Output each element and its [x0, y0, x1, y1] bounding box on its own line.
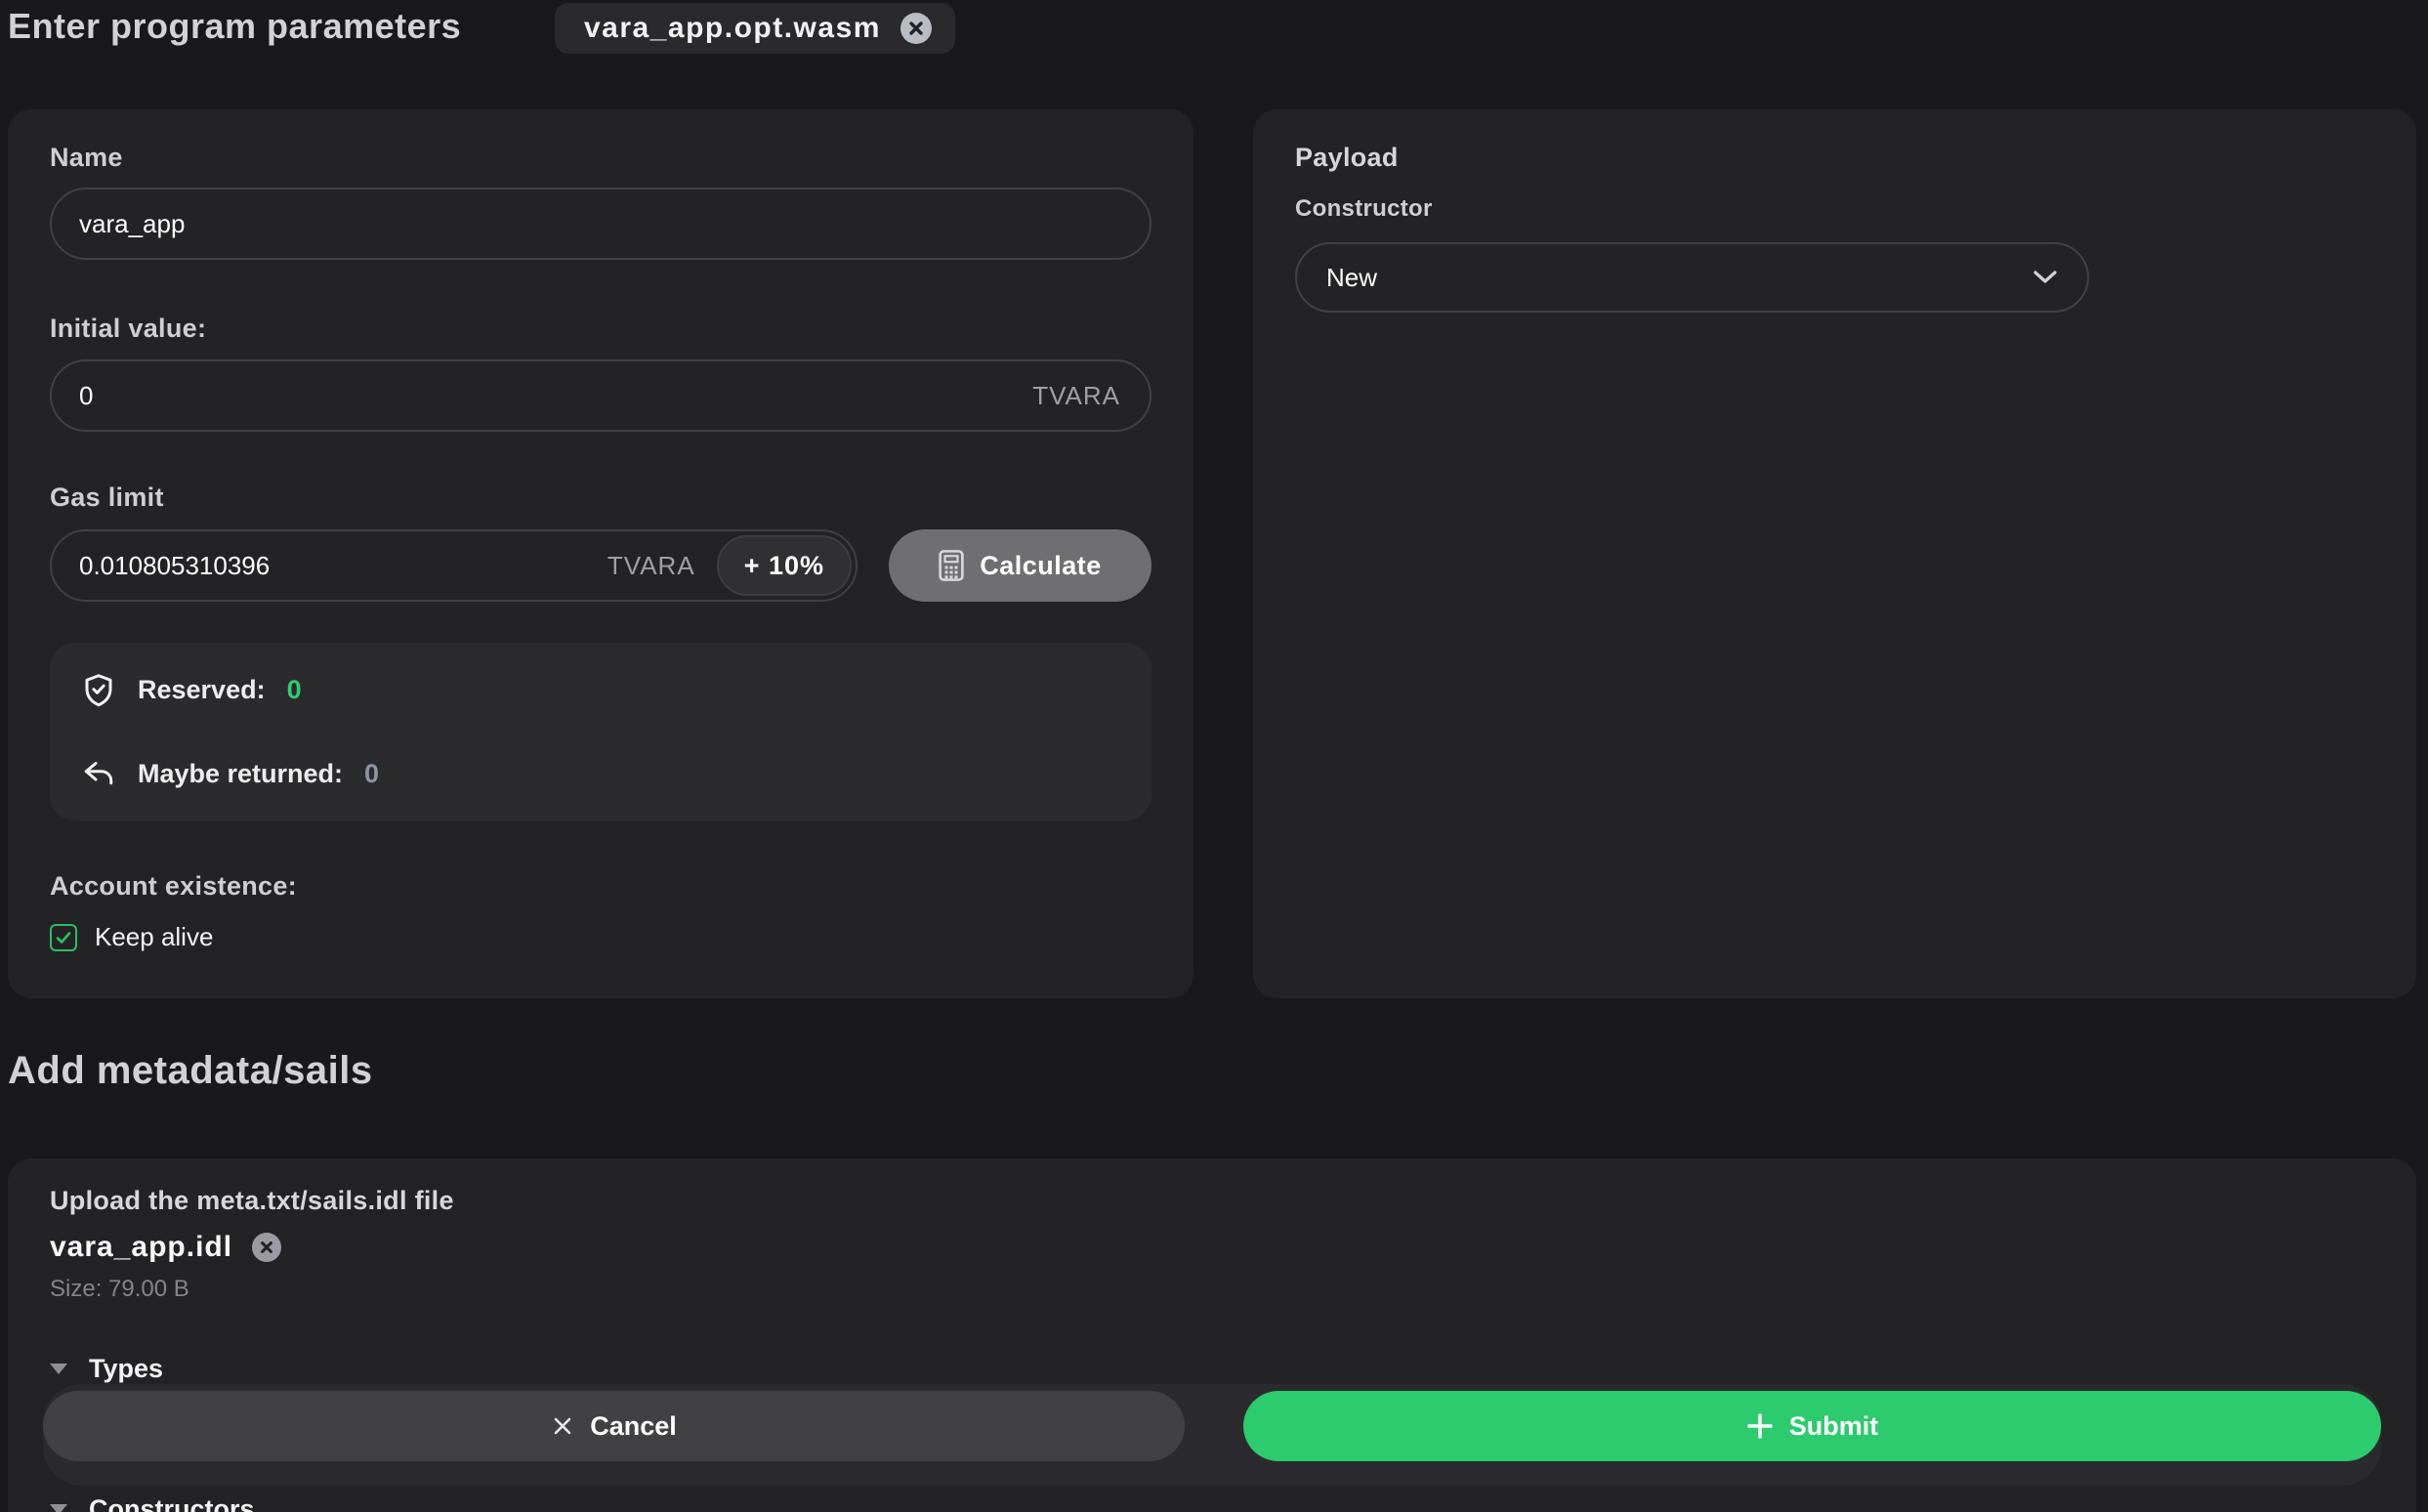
upload-file-label: Upload the meta.txt/sails.idl file — [50, 1186, 454, 1215]
keep-alive-label: Keep alive — [95, 922, 214, 951]
constructor-label: Constructor — [1295, 195, 1433, 222]
constructors-section-toggle[interactable]: Constructors — [50, 1494, 255, 1512]
types-section-toggle[interactable]: Types — [50, 1354, 163, 1384]
constructor-selected-value: New — [1326, 262, 1378, 292]
account-existence-label: Account existence: — [50, 871, 297, 901]
plus-icon — [1746, 1412, 1774, 1440]
idl-file-name: vara_app.idl — [50, 1231, 233, 1263]
name-field-wrap — [50, 188, 1151, 260]
constructors-section-label: Constructors — [89, 1494, 255, 1512]
program-parameters-card: Name Initial value: TVARA Gas limit TVAR… — [8, 109, 1193, 998]
cancel-label: Cancel — [590, 1410, 677, 1441]
triangle-down-icon — [50, 1364, 67, 1374]
types-section-label: Types — [89, 1354, 164, 1383]
cancel-button[interactable]: Cancel — [43, 1391, 1185, 1461]
checkmark-icon — [54, 928, 73, 947]
maybe-returned-row: Maybe returned: 0 — [81, 756, 1120, 791]
gas-info-box: Reserved: 0 Maybe returned: 0 — [50, 643, 1151, 820]
gas-limit-field-wrap: TVARA + 10% — [50, 529, 858, 602]
keep-alive-checkbox[interactable] — [50, 923, 77, 951]
gas-limit-input[interactable] — [52, 550, 607, 581]
metadata-section-title: Add metadata/sails — [8, 1049, 373, 1092]
gas-limit-label: Gas limit — [50, 483, 164, 512]
initial-value-unit: TVARA — [1032, 380, 1120, 410]
idl-file-size: Size: 79.00 B — [50, 1276, 189, 1302]
name-label: Name — [50, 143, 123, 172]
upload-program-page: Enter program parameters vara_app.opt.wa… — [0, 0, 2428, 1512]
calculate-button[interactable]: Calculate — [889, 529, 1151, 602]
initial-value-input[interactable] — [52, 380, 1033, 411]
remove-wasm-file-button[interactable] — [900, 13, 932, 44]
initial-value-field-wrap: TVARA — [50, 359, 1151, 432]
payload-title: Payload — [1295, 143, 1399, 172]
gas-limit-unit: TVARA — [607, 550, 695, 580]
close-icon — [907, 20, 925, 37]
reply-arrow-icon — [81, 756, 116, 791]
payload-card: Payload Constructor New — [1253, 109, 2416, 998]
maybe-returned-value: 0 — [364, 758, 380, 788]
close-icon — [259, 1239, 274, 1255]
idl-file-row: vara_app.idl — [50, 1231, 282, 1264]
wasm-file-chip: vara_app.opt.wasm — [555, 3, 955, 54]
remove-idl-file-button[interactable] — [252, 1233, 282, 1262]
triangle-down-icon — [50, 1504, 67, 1512]
page-title: Enter program parameters — [8, 6, 462, 46]
chevron-down-icon — [2032, 270, 2058, 285]
name-input[interactable] — [52, 208, 1150, 239]
submit-label: Submit — [1788, 1410, 1879, 1441]
submit-button[interactable]: Submit — [1243, 1391, 2381, 1461]
maybe-returned-label: Maybe returned: — [138, 758, 344, 788]
wasm-file-name: vara_app.opt.wasm — [584, 12, 881, 44]
reserved-row: Reserved: 0 — [81, 672, 1120, 707]
shield-check-icon — [81, 672, 116, 707]
gas-boost-button[interactable]: + 10% — [716, 535, 852, 596]
reserved-label: Reserved: — [138, 674, 266, 704]
reserved-value: 0 — [286, 674, 302, 704]
close-icon — [551, 1414, 574, 1438]
keep-alive-row: Keep alive — [50, 922, 213, 952]
initial-value-label: Initial value: — [50, 314, 207, 343]
calculate-label: Calculate — [980, 550, 1102, 580]
constructor-select[interactable]: New — [1295, 242, 2089, 313]
calculator-icon — [939, 549, 964, 582]
